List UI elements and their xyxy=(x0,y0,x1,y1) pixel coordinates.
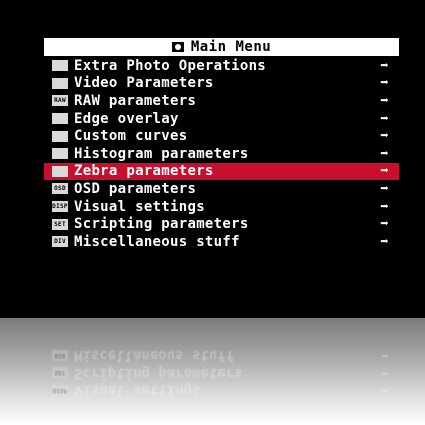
reflected-menu: DISP Visual settings ➡ SET Scripting par… xyxy=(44,346,399,399)
menu-item-label: Edge overlay xyxy=(74,110,179,127)
camera-screen: Main Menu Extra Photo Operations ➡ Video… xyxy=(0,0,425,318)
display-icon: DISP xyxy=(52,384,68,396)
arrow-right-icon: ➡ xyxy=(380,145,389,162)
menu-item-label: Visual settings xyxy=(74,198,205,215)
menu-item-edge-overlay[interactable]: Edge overlay ➡ xyxy=(44,110,399,128)
camera-icon xyxy=(52,60,68,72)
menu-item-extra-photo-operations[interactable]: Extra Photo Operations ➡ xyxy=(44,57,399,75)
menu-item-label: Extra Photo Operations xyxy=(74,57,267,74)
arrow-right-icon: ➡ xyxy=(380,75,389,92)
menu-item-label: Histogram parameters xyxy=(74,145,249,162)
arrow-right-icon: ➡ xyxy=(380,198,389,215)
menu-item-label: Custom curves xyxy=(74,128,188,145)
screen-reflection: DISP Visual settings ➡ SET Scripting par… xyxy=(0,318,425,425)
arrow-right-icon: ➡ xyxy=(380,163,389,180)
camera-icon xyxy=(171,42,184,52)
arrow-right-icon: ➡ xyxy=(380,364,389,381)
reflected-item-label: Scripting parameters xyxy=(74,364,243,381)
menu-item-label: OSD parameters xyxy=(74,180,197,197)
arrow-right-icon: ➡ xyxy=(380,180,389,197)
arrow-right-icon: ➡ xyxy=(380,128,389,145)
histogram-icon xyxy=(52,148,68,160)
arrow-right-icon: ➡ xyxy=(380,110,389,127)
menu-item-zebra-parameters[interactable]: Zebra parameters ➡ xyxy=(44,162,399,181)
menu-item-raw-parameters[interactable]: RAW RAW parameters ➡ xyxy=(44,92,399,110)
osd-icon: OSD xyxy=(52,183,68,195)
curves-icon xyxy=(52,130,68,142)
misc-icon: DIV xyxy=(52,236,68,248)
script-icon: SET xyxy=(52,366,68,378)
script-icon: SET xyxy=(52,218,68,230)
misc-icon: DIV xyxy=(52,349,68,361)
zebra-icon xyxy=(52,165,68,177)
reflected-item: SET Scripting parameters ➡ xyxy=(44,364,399,382)
reflected-item: DISP Visual settings ➡ xyxy=(44,381,399,399)
menu-item-video-parameters[interactable]: Video Parameters ➡ xyxy=(44,75,399,93)
raw-icon: RAW xyxy=(52,95,68,107)
display-icon: DISP xyxy=(52,201,68,213)
menu-item-label: Miscellaneous stuff xyxy=(74,233,240,250)
arrow-right-icon: ➡ xyxy=(380,92,389,109)
arrow-right-icon: ➡ xyxy=(380,216,389,233)
arrow-right-icon: ➡ xyxy=(380,57,389,74)
reflected-item-label: Visual settings xyxy=(74,381,201,398)
arrow-right-icon: ➡ xyxy=(380,233,389,250)
video-icon xyxy=(52,77,68,89)
main-menu: Extra Photo Operations ➡ Video Parameter… xyxy=(44,57,399,251)
menu-item-histogram-parameters[interactable]: Histogram parameters ➡ xyxy=(44,145,399,163)
menu-item-label: Scripting parameters xyxy=(74,216,249,233)
menu-item-scripting-parameters[interactable]: SET Scripting parameters ➡ xyxy=(44,215,399,233)
reflected-item-label: Miscellaneous stuff xyxy=(74,346,235,363)
arrow-right-icon: ➡ xyxy=(380,346,389,363)
menu-title: Main Menu xyxy=(190,39,272,55)
menu-item-label: Video Parameters xyxy=(74,75,214,92)
reflected-item: DIV Miscellaneous stuff ➡ xyxy=(44,346,399,364)
menu-item-osd-parameters[interactable]: OSD OSD parameters ➡ xyxy=(44,180,399,198)
edge-overlay-icon xyxy=(52,113,68,125)
menu-item-visual-settings[interactable]: DISP Visual settings ➡ xyxy=(44,198,399,216)
menu-title-bar: Main Menu xyxy=(44,38,399,56)
menu-item-label: RAW parameters xyxy=(74,92,197,109)
menu-item-custom-curves[interactable]: Custom curves ➡ xyxy=(44,127,399,145)
arrow-right-icon: ➡ xyxy=(380,381,389,398)
menu-item-label: Zebra parameters xyxy=(74,163,214,180)
menu-item-miscellaneous-stuff[interactable]: DIV Miscellaneous stuff ➡ xyxy=(44,233,399,251)
